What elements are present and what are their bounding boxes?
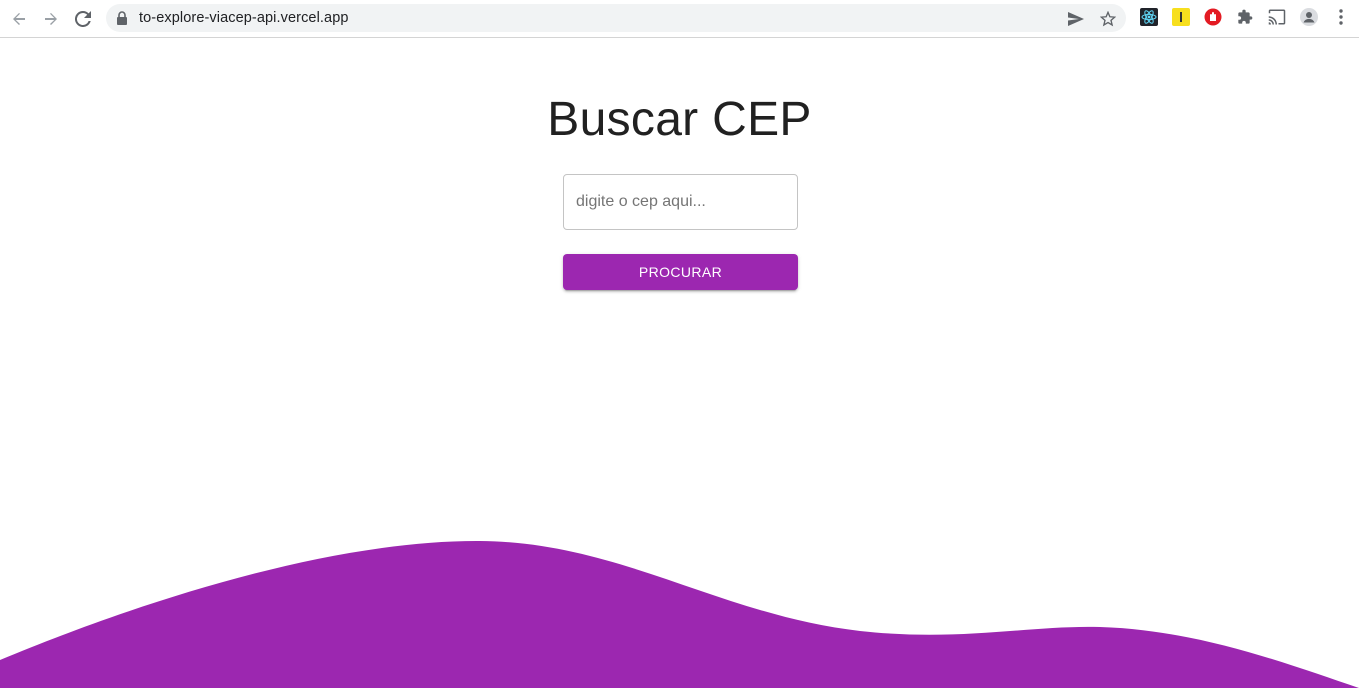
reload-icon[interactable] [69, 5, 97, 33]
red-hand-extension-icon[interactable] [1204, 8, 1222, 26]
back-arrow-icon[interactable] [5, 5, 33, 33]
url-text: to-explore-viacep-api.vercel.app [139, 10, 349, 26]
menu-dots-icon[interactable] [1332, 8, 1350, 26]
cep-input[interactable] [563, 174, 798, 230]
address-bar[interactable]: to-explore-viacep-api.vercel.app [106, 4, 1126, 32]
react-devtools-icon[interactable] [1140, 8, 1158, 26]
yellow-extension-icon[interactable] [1172, 8, 1190, 26]
puzzle-icon[interactable] [1236, 8, 1254, 26]
page-title: Buscar CEP [547, 93, 812, 146]
browser-toolbar: to-explore-viacep-api.vercel.app [0, 0, 1359, 38]
decorative-wave [0, 540, 1359, 688]
forward-arrow-icon[interactable] [37, 5, 65, 33]
profile-icon[interactable] [1300, 8, 1318, 26]
lock-icon [116, 11, 130, 25]
send-icon[interactable] [1067, 10, 1085, 28]
cast-icon[interactable] [1268, 8, 1286, 26]
search-button[interactable]: PROCURAR [563, 254, 798, 290]
star-icon[interactable] [1099, 10, 1117, 28]
